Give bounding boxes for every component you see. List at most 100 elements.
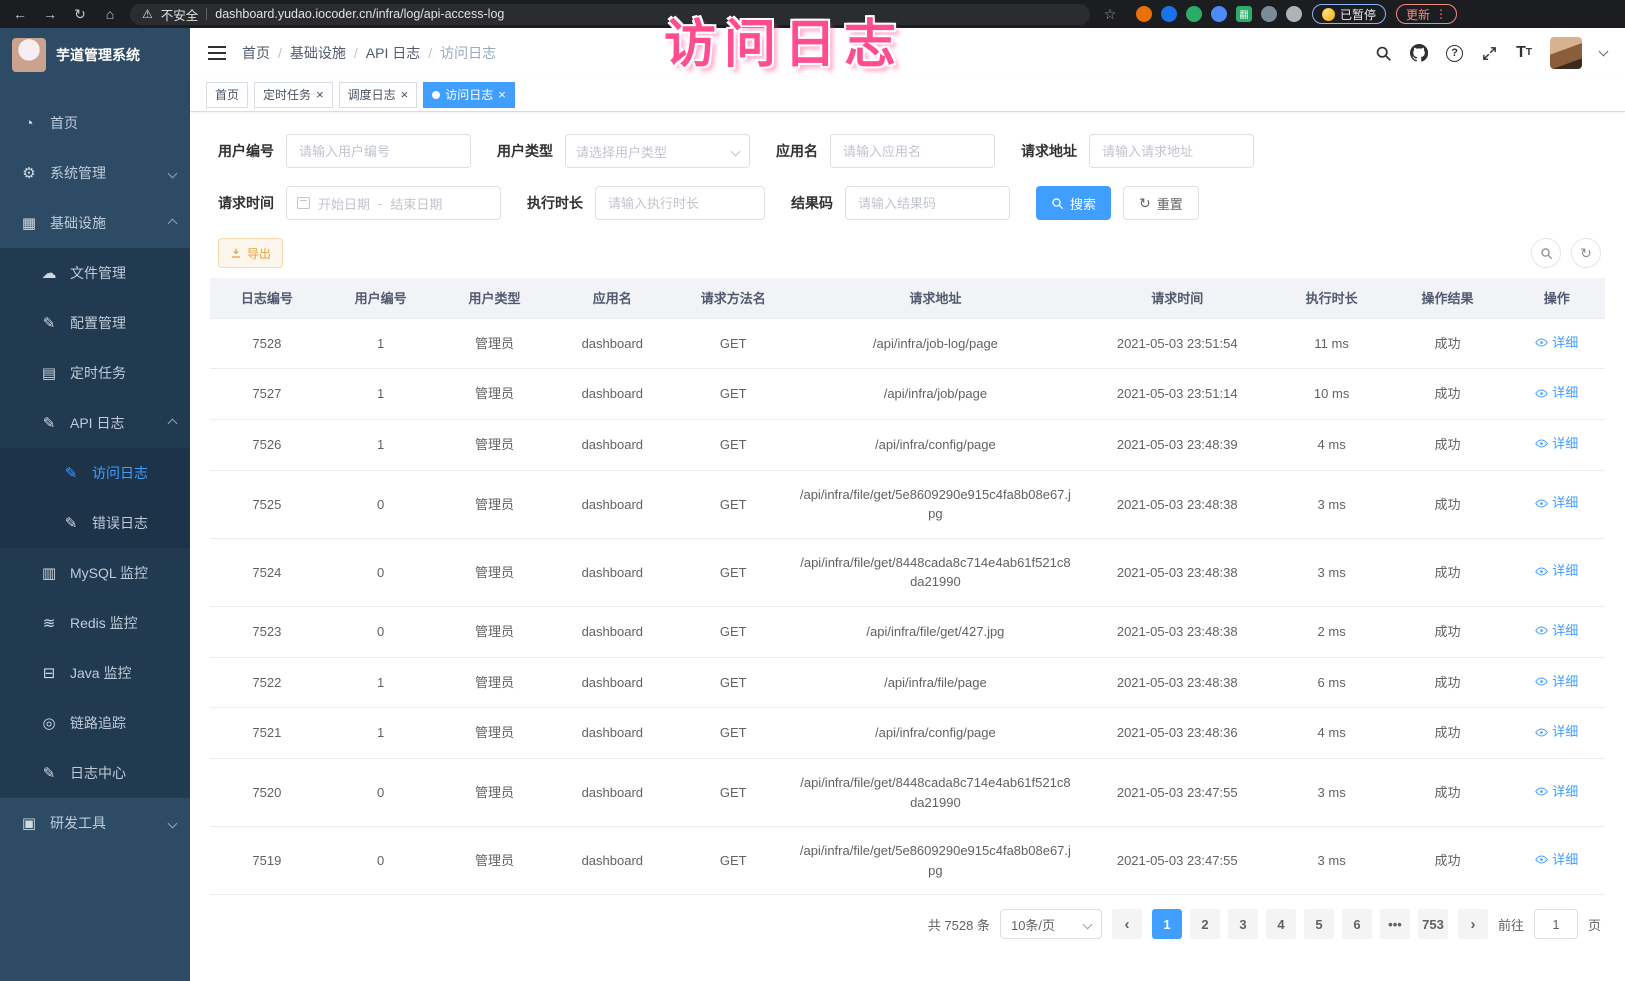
cell-user_type: 管理员 — [438, 606, 552, 657]
detail-link[interactable]: 详细 — [1535, 782, 1578, 802]
goto-page-input[interactable] — [1534, 909, 1578, 939]
request-url-input[interactable] — [1089, 134, 1254, 168]
page-button[interactable]: 6 — [1342, 909, 1372, 939]
app-logo[interactable]: 芋道管理系统 — [0, 28, 190, 82]
ext-green-bird-icon[interactable] — [1186, 6, 1202, 22]
detail-link[interactable]: 详细 — [1535, 333, 1578, 353]
user-id-input[interactable] — [286, 134, 471, 168]
detail-link[interactable]: 详细 — [1535, 383, 1578, 403]
search-button[interactable]: 搜索 — [1036, 186, 1111, 220]
page-button[interactable]: 4 — [1266, 909, 1296, 939]
sidebar-item-label: 配置管理 — [70, 313, 126, 333]
tab-label: 首页 — [215, 86, 239, 103]
cell-time: 2021-05-03 23:51:14 — [1078, 369, 1277, 420]
access-log-table: 日志编号用户编号用户类型应用名请求方法名请求地址请求时间执行时长操作结果操作 7… — [210, 278, 1605, 895]
ext-grid-icon[interactable] — [1211, 6, 1227, 22]
page-size-select[interactable]: 10条/页 — [1000, 909, 1102, 939]
update-button[interactable]: 更新 ⋮ — [1396, 4, 1457, 24]
sidebar-item-config-manage[interactable]: ✎配置管理 — [0, 298, 190, 348]
sidebar-item-error-log[interactable]: ✎错误日志 — [0, 498, 190, 548]
result-code-input[interactable] — [845, 186, 1010, 220]
cell-duration: 4 ms — [1277, 708, 1387, 759]
security-label[interactable]: 不安全 — [161, 5, 199, 24]
prev-page-button[interactable]: ‹ — [1112, 909, 1142, 939]
paused-badge[interactable]: 已暂停 — [1312, 4, 1386, 24]
breadcrumb-item[interactable]: 首页 — [242, 43, 270, 63]
detail-link[interactable]: 详细 — [1535, 434, 1578, 454]
fullscreen-icon[interactable] — [1481, 45, 1498, 62]
sidebar-item-redis-monitor[interactable]: ≋Redis 监控 — [0, 598, 190, 648]
page-button[interactable]: 3 — [1228, 909, 1258, 939]
reload-icon[interactable]: ↻ — [70, 6, 90, 23]
app-name-input[interactable] — [830, 134, 995, 168]
page-button[interactable]: 1 — [1152, 909, 1182, 939]
breadcrumb-item[interactable]: 基础设施 — [290, 43, 346, 63]
detail-link[interactable]: 详细 — [1535, 493, 1578, 513]
bookmark-star-icon[interactable]: ☆ — [1100, 6, 1120, 23]
request-time-range[interactable]: 开始日期 - 结束日期 — [286, 186, 501, 220]
page-button[interactable]: 753 — [1418, 909, 1448, 939]
user-avatar[interactable] — [1550, 37, 1582, 69]
detail-link[interactable]: 详细 — [1535, 672, 1578, 692]
tab-item[interactable]: 定时任务× — [254, 82, 333, 108]
back-icon[interactable]: ← — [10, 6, 30, 22]
forward-icon[interactable]: → — [40, 6, 60, 22]
hamburger-icon[interactable] — [208, 46, 226, 60]
cell-method: GET — [673, 318, 793, 369]
sidebar-item-log-center[interactable]: ✎日志中心 — [0, 748, 190, 798]
chevron-down-icon[interactable] — [1599, 47, 1609, 57]
page-ellipsis[interactable]: ••• — [1380, 909, 1410, 939]
sidebar-item-dashboard[interactable]: ◔首页 — [0, 98, 190, 148]
address-bar[interactable]: ⚠ 不安全 dashboard.yudao.iocoder.cn/infra/l… — [130, 4, 1090, 25]
detail-link[interactable]: 详细 — [1535, 722, 1578, 742]
user-type-select[interactable]: 请选择用户类型 — [565, 134, 750, 168]
chevron-down-icon — [168, 168, 178, 178]
search-icon[interactable] — [1375, 45, 1392, 62]
export-button[interactable]: 导出 — [218, 238, 283, 268]
sidebar-item-java-monitor[interactable]: ⊟Java 监控 — [0, 648, 190, 698]
sidebar-item-access-log[interactable]: ✎访问日志 — [0, 448, 190, 498]
tags-view: 首页定时任务×调度日志×访问日志× — [190, 78, 1625, 112]
detail-link-label: 详细 — [1552, 621, 1578, 641]
sidebar-item-mysql-monitor[interactable]: ▥MySQL 监控 — [0, 548, 190, 598]
page-button[interactable]: 2 — [1190, 909, 1220, 939]
home-icon[interactable]: ⌂ — [100, 6, 120, 22]
table-row: 75271管理员dashboardGET/api/infra/job/page2… — [210, 369, 1605, 420]
sidebar-item-trace[interactable]: ◎链路追踪 — [0, 698, 190, 748]
help-icon[interactable]: ? — [1446, 45, 1463, 62]
sidebar-item-file-manage[interactable]: ☁ 文件管理 — [0, 248, 190, 298]
close-icon[interactable]: × — [316, 88, 324, 101]
close-icon[interactable]: × — [498, 88, 506, 101]
cell-duration: 3 ms — [1277, 538, 1387, 606]
ext-shield-icon[interactable] — [1161, 6, 1177, 22]
github-icon[interactable] — [1410, 44, 1428, 62]
page-button[interactable]: 5 — [1304, 909, 1334, 939]
toggle-search-button[interactable] — [1531, 238, 1561, 268]
ext-leaf-icon[interactable] — [1261, 6, 1277, 22]
next-page-button[interactable]: › — [1458, 909, 1488, 939]
search-button-label: 搜索 — [1070, 194, 1096, 213]
breadcrumb-item[interactable]: API 日志 — [366, 43, 420, 63]
sidebar-item-api-log[interactable]: ✎API 日志 — [0, 398, 190, 448]
detail-link[interactable]: 详细 — [1535, 621, 1578, 641]
ext-puzzle-icon[interactable] — [1286, 6, 1302, 22]
tab-item[interactable]: 访问日志× — [423, 82, 515, 108]
file-manage-icon: ☁ — [40, 264, 58, 282]
cell-id: 7525 — [210, 470, 324, 538]
detail-link[interactable]: 详细 — [1535, 561, 1578, 581]
ext-orange-icon[interactable] — [1136, 6, 1152, 22]
ext-translate-icon[interactable]: 翻 — [1236, 6, 1252, 22]
sidebar-item-gear[interactable]: ⚙系统管理 — [0, 148, 190, 198]
sidebar-item-infra[interactable]: ▦基础设施 — [0, 198, 190, 248]
sidebar-item-scheduled-task[interactable]: ▤定时任务 — [0, 348, 190, 398]
tab-item[interactable]: 首页 — [206, 82, 248, 108]
tab-item[interactable]: 调度日志× — [339, 82, 418, 108]
detail-link[interactable]: 详细 — [1535, 850, 1578, 870]
duration-input[interactable] — [595, 186, 765, 220]
sidebar-item-label: 文件管理 — [70, 263, 126, 283]
reset-button[interactable]: ↻ 重置 — [1123, 186, 1199, 220]
refresh-button[interactable]: ↻ — [1571, 238, 1601, 268]
sidebar-item-dev-tools[interactable]: ▣研发工具 — [0, 798, 190, 848]
close-icon[interactable]: × — [401, 88, 409, 101]
font-size-icon[interactable]: TT — [1516, 45, 1532, 61]
